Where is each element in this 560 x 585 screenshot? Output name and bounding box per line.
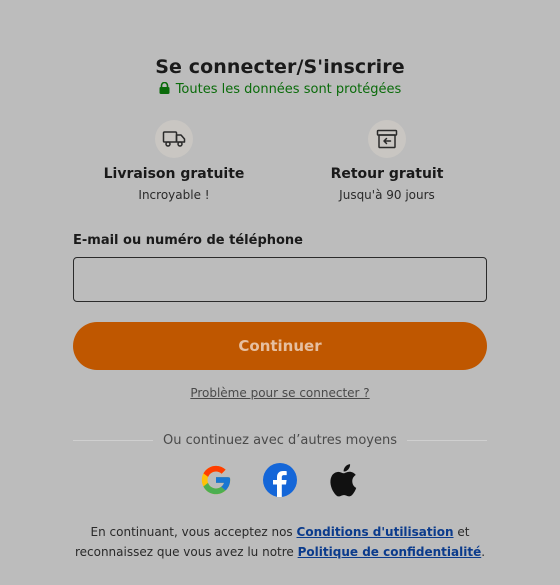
apple-icon — [328, 463, 358, 501]
continue-button[interactable]: Continuer — [73, 322, 487, 370]
lock-icon — [159, 81, 170, 98]
legal-text: reconnaissez que vous avez lu notre — [74, 545, 294, 559]
facebook-login-button[interactable] — [262, 463, 298, 501]
security-text: Toutes les données sont protégées — [175, 82, 402, 97]
google-login-button[interactable] — [198, 464, 234, 500]
legal-text: et — [457, 525, 470, 539]
benefit-subtitle: Jusqu'à 90 jours — [339, 188, 435, 202]
legal-text: En continuant, vous acceptez nos — [90, 525, 293, 539]
security-notice: Toutes les données sont protégées — [0, 81, 560, 98]
truck-icon — [155, 120, 193, 158]
legal-text: . — [481, 545, 486, 559]
legal-notice: En continuant, vous acceptez nos Conditi… — [0, 522, 560, 562]
benefit-free-return: Retour gratuit Jusqu'à 90 jours — [287, 120, 487, 202]
sign-in-trouble-link[interactable]: Problème pour se connecter ? — [0, 386, 560, 400]
divider-line — [73, 440, 153, 441]
email-phone-label: E-mail ou numéro de téléphone — [73, 233, 304, 248]
divider-line — [407, 440, 487, 441]
apple-login-button[interactable] — [325, 464, 361, 500]
email-phone-input[interactable] — [73, 257, 487, 302]
return-box-icon — [368, 120, 406, 158]
benefit-title: Livraison gratuite — [103, 166, 245, 182]
benefit-subtitle: Incroyable ! — [138, 188, 210, 202]
google-icon — [199, 463, 233, 501]
benefit-title: Retour gratuit — [330, 166, 444, 182]
divider-text: Ou continuez avec d’autres moyens — [163, 433, 397, 448]
alternative-divider: Ou continuez avec d’autres moyens — [73, 433, 487, 448]
legal-line-2: reconnaissez que vous avez lu notre Poli… — [0, 542, 560, 562]
page-title: Se connecter/S'inscrire — [155, 56, 405, 78]
legal-line-1: En continuant, vous acceptez nos Conditi… — [0, 522, 560, 542]
privacy-policy-link[interactable]: Politique de confidentialité — [298, 545, 482, 559]
facebook-icon — [263, 463, 297, 501]
terms-of-use-link[interactable]: Conditions d'utilisation — [297, 525, 454, 539]
benefit-free-shipping: Livraison gratuite Incroyable ! — [74, 120, 274, 202]
